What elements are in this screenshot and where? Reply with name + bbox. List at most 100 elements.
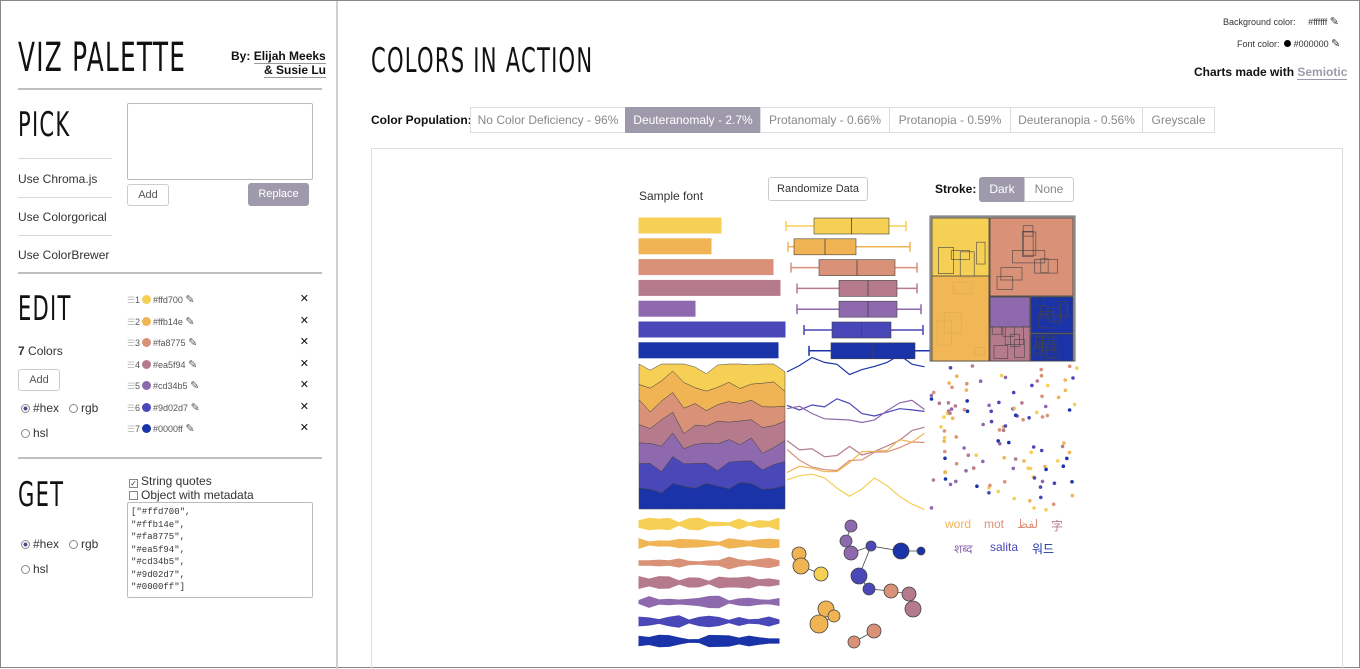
pencil-icon[interactable]: ✎ xyxy=(1330,16,1339,28)
get-format-rgb[interactable]: rgb xyxy=(69,537,98,551)
remove-color-icon[interactable]: ✕ xyxy=(300,292,309,305)
scatter-point xyxy=(964,388,969,392)
scatter-point xyxy=(999,373,1004,378)
remove-color-icon[interactable]: ✕ xyxy=(300,421,309,434)
pencil-icon[interactable]: ✎ xyxy=(185,316,194,328)
use-chroma-link[interactable]: Use Chroma.js xyxy=(18,172,97,186)
scatter-point xyxy=(1030,383,1034,388)
pencil-icon[interactable]: ✎ xyxy=(188,337,197,349)
remove-color-icon[interactable]: ✕ xyxy=(300,400,309,413)
pencil-icon[interactable]: ✎ xyxy=(191,402,200,414)
color-swatch[interactable] xyxy=(142,381,152,390)
remove-color-icon[interactable]: ✕ xyxy=(300,335,309,348)
word-sample: word xyxy=(945,517,972,531)
drag-handle-icon[interactable]: ☰ xyxy=(127,338,135,349)
semiotic-link[interactable]: Semiotic xyxy=(1297,65,1348,80)
drag-handle-icon[interactable]: ☰ xyxy=(127,295,135,306)
use-colorbrewer-link[interactable]: Use ColorBrewer xyxy=(18,248,109,262)
scatter-point xyxy=(953,404,958,408)
line-series xyxy=(786,399,925,424)
scatter-point xyxy=(997,428,1002,432)
scatter-point xyxy=(929,506,934,510)
scatter-point xyxy=(954,461,959,466)
remove-color-icon[interactable]: ✕ xyxy=(300,314,309,327)
scatter-point xyxy=(929,393,934,398)
bg-color-value[interactable]: #ffffff xyxy=(1308,17,1327,27)
tab-protanomaly[interactable]: Protanomaly - 0.66% xyxy=(760,107,890,133)
author-link-meeks[interactable]: Elijah Meeks xyxy=(253,49,326,64)
palette-output[interactable]: ["#ffd700", "#ffb14e", "#fa8775", "#ea5f… xyxy=(127,502,313,598)
tab-deuteranomaly[interactable]: Deuteranomaly - 2.7% xyxy=(625,107,761,133)
violin xyxy=(638,595,780,609)
scatter-point xyxy=(962,446,966,450)
stroke-none-button[interactable]: None xyxy=(1024,177,1074,202)
drag-handle-icon[interactable]: ☰ xyxy=(127,424,135,435)
drag-handle-icon[interactable]: ☰ xyxy=(127,381,135,392)
drag-handle-icon[interactable]: ☰ xyxy=(127,317,135,328)
pencil-icon[interactable]: ✎ xyxy=(190,380,199,392)
scatter-point xyxy=(1001,428,1006,433)
checkbox-label: Object with metadata xyxy=(141,488,254,502)
checkbox-icon xyxy=(129,491,138,500)
bar xyxy=(638,279,781,296)
network-node xyxy=(792,557,810,575)
tab-no-deficiency[interactable]: No Color Deficiency - 96% xyxy=(470,107,626,133)
color-swatch[interactable] xyxy=(142,424,152,433)
color-swatch[interactable] xyxy=(142,359,152,369)
font-color-value[interactable]: #000000 xyxy=(1294,39,1329,49)
pencil-icon[interactable]: ✎ xyxy=(188,359,197,371)
color-row[interactable]: ☰7 #0000ff ✎ ✕ xyxy=(127,422,313,438)
color-swatch[interactable] xyxy=(142,402,152,412)
pencil-icon[interactable]: ✎ xyxy=(1331,38,1340,50)
color-row[interactable]: ☰4 #ea5f94 ✎ ✕ xyxy=(127,358,313,374)
violin xyxy=(638,615,780,628)
color-row[interactable]: ☰5 #cd34b5 ✎ ✕ xyxy=(127,379,313,395)
bar xyxy=(638,300,696,317)
edit-format-hex[interactable]: #hex xyxy=(21,401,59,415)
remove-color-icon[interactable]: ✕ xyxy=(300,357,309,370)
scatter-point xyxy=(1063,378,1067,382)
network-node xyxy=(839,534,853,548)
color-row[interactable]: ☰1 #ffd700 ✎ ✕ xyxy=(127,293,313,309)
color-swatch[interactable] xyxy=(142,316,152,326)
tab-greyscale[interactable]: Greyscale xyxy=(1142,107,1215,133)
edit-format-hsl[interactable]: hsl xyxy=(21,426,48,440)
use-colorgorical-link[interactable]: Use Colorgorical xyxy=(18,210,107,224)
edit-format-rgb[interactable]: rgb xyxy=(69,401,98,415)
object-metadata-checkbox[interactable]: Object with metadata xyxy=(129,488,254,502)
color-swatch[interactable] xyxy=(142,338,152,347)
get-format-hsl[interactable]: hsl xyxy=(21,562,48,576)
tab-protanopia[interactable]: Protanopia - 0.59% xyxy=(889,107,1011,133)
string-quotes-checkbox[interactable]: ✓ String quotes xyxy=(129,474,212,488)
color-swatch[interactable] xyxy=(142,295,152,304)
remove-color-icon[interactable]: ✕ xyxy=(300,378,309,391)
pencil-icon[interactable]: ✎ xyxy=(185,294,194,306)
scatter-point xyxy=(981,459,985,464)
scatter-point xyxy=(1012,406,1016,411)
scatter-point xyxy=(948,482,953,487)
drag-handle-icon[interactable]: ☰ xyxy=(127,360,135,371)
color-row[interactable]: ☰3 #fa8775 ✎ ✕ xyxy=(127,336,313,352)
edit-add-button[interactable]: Add xyxy=(18,369,60,391)
drag-handle-icon[interactable]: ☰ xyxy=(127,403,135,414)
stroke-dark-button[interactable]: Dark xyxy=(979,177,1025,202)
pencil-icon[interactable]: ✎ xyxy=(185,423,194,435)
scatter-point xyxy=(1002,480,1007,484)
pick-input[interactable] xyxy=(127,103,313,180)
word-sample: 워드 xyxy=(1032,542,1055,556)
color-row[interactable]: ☰2 #ffb14e ✎ ✕ xyxy=(127,315,313,331)
pick-add-button[interactable]: Add xyxy=(127,184,169,206)
author-link-lu[interactable]: & Susie Lu xyxy=(264,63,327,78)
scatter-point xyxy=(943,477,948,481)
color-row[interactable]: ☰6 #9d02d7 ✎ ✕ xyxy=(127,401,313,417)
byline-prefix: By: xyxy=(231,49,251,63)
scatter-point xyxy=(1035,410,1039,415)
scatter-point xyxy=(1039,495,1043,500)
randomize-data-button[interactable]: Randomize Data xyxy=(768,177,868,201)
tab-deuteranopia[interactable]: Deuteranopia - 0.56% xyxy=(1010,107,1143,133)
replace-button[interactable]: Replace xyxy=(248,183,309,206)
get-format-hex[interactable]: #hex xyxy=(21,537,59,551)
scatter-point xyxy=(981,422,985,427)
scatter-point xyxy=(1029,450,1033,455)
network-node xyxy=(843,545,859,561)
